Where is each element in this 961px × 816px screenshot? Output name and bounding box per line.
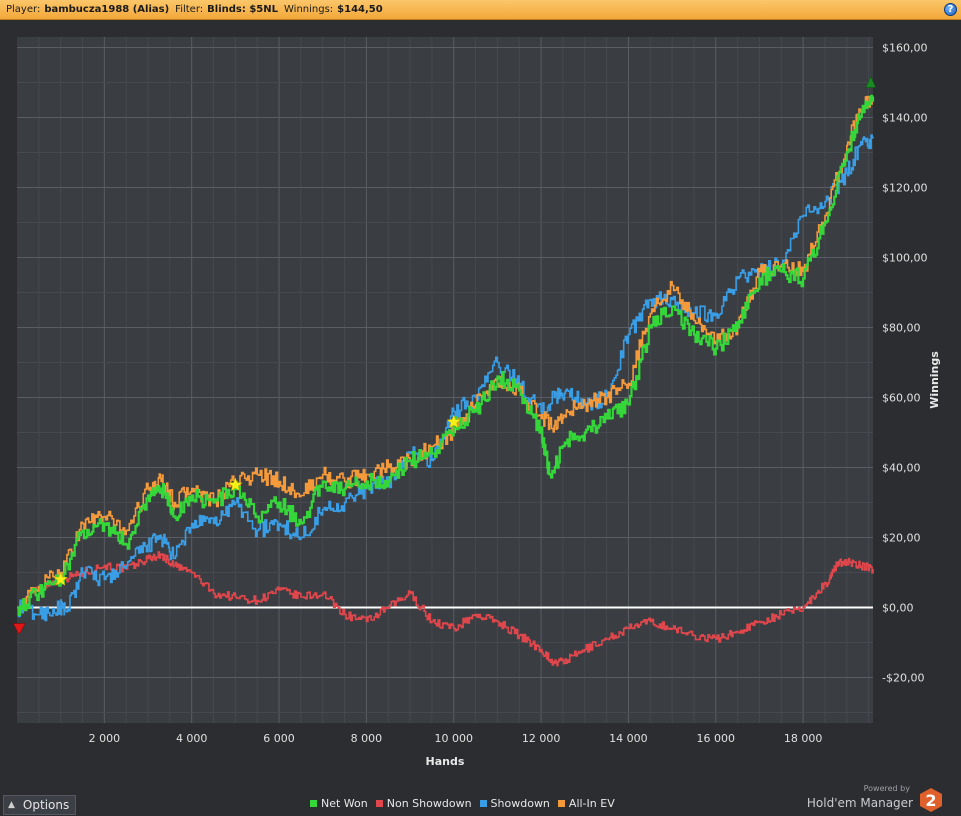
legend-label: Net Won: [321, 796, 368, 810]
legend-swatch: [310, 799, 317, 807]
filter-value: Blinds: $5NL: [207, 4, 278, 15]
y-tick-label: $160,00: [882, 42, 928, 55]
chart-legend: Net Won Non Showdown Showdown All-In EV: [310, 796, 623, 810]
winnings-chart: 2 000 4 000 6 000 8 000 10 000 12 000 14 000 16…: [12, 37, 941, 768]
filter-label: Filter:: [175, 4, 204, 15]
legend-item-non-showdown[interactable]: Non Showdown: [375, 796, 472, 810]
legend-item-net-won[interactable]: Net Won: [310, 797, 368, 810]
y-tick-label: $0,00: [882, 602, 914, 615]
x-axis-label: Hands: [426, 755, 465, 768]
y-tick-label: $80,00: [882, 322, 921, 335]
legend-swatch: [479, 799, 487, 807]
options-label: Options: [22, 798, 70, 812]
legend-label: Showdown: [490, 796, 550, 810]
x-tick-label: 4 000: [176, 732, 208, 745]
y-tick-label: $100,00: [882, 252, 928, 265]
brand-badge: Powered by Hold'em Manager 2: [807, 784, 950, 814]
legend-label: All-In EV: [568, 796, 615, 810]
y-tick-label: -$20,00: [882, 672, 924, 685]
x-tick-label: 14 000: [609, 732, 648, 745]
legend-item-all-in-ev[interactable]: All-In EV: [557, 796, 615, 810]
x-axis-ticks: 2 000 4 000 6 000 8 000 10 000 12 000 14 000 16…: [89, 732, 823, 745]
question-circle-icon[interactable]: ?: [944, 3, 957, 16]
x-tick-label: 12 000: [522, 732, 561, 745]
x-tick-label: 10 000: [434, 732, 473, 745]
y-tick-label: $140,00: [882, 112, 928, 125]
chart-header-bar: Player: bambucza1988 (Alias) Filter: Bli…: [0, 0, 961, 20]
hem2-logo-icon: 2: [920, 788, 942, 812]
powered-by-text: Powered by: [863, 784, 910, 793]
legend-label: Non Showdown: [386, 796, 472, 810]
y-tick-label: $120,00: [882, 182, 928, 195]
x-tick-label: 8 000: [351, 732, 383, 745]
y-axis-ticks: -$20,00 $0,00 $20,00 $40,00 $60,00 $80,00 $100…: [882, 42, 928, 685]
x-tick-label: 18 000: [784, 732, 823, 745]
legend-swatch: [375, 799, 383, 807]
legend-item-showdown[interactable]: Showdown: [479, 796, 550, 810]
brand-name: Hold'em Manager: [806, 796, 913, 810]
chevron-up-icon: ▲: [8, 800, 15, 810]
player-name: bambucza1988 (Alias): [44, 4, 170, 15]
y-tick-label: $60,00: [882, 392, 921, 405]
options-button[interactable]: ▲ Options: [3, 795, 77, 815]
legend-swatch: [557, 799, 565, 807]
y-tick-label: $40,00: [882, 462, 921, 475]
winnings-value: $144,50: [337, 4, 383, 15]
y-axis-label: Winnings: [928, 351, 941, 409]
y-tick-label: $20,00: [882, 532, 921, 545]
x-tick-label: 2 000: [89, 732, 121, 745]
x-tick-label: 16 000: [697, 732, 736, 745]
player-label: Player:: [6, 4, 41, 15]
x-tick-label: 6 000: [263, 732, 295, 745]
winnings-label: Winnings:: [284, 4, 334, 15]
plot-area: [17, 37, 873, 723]
